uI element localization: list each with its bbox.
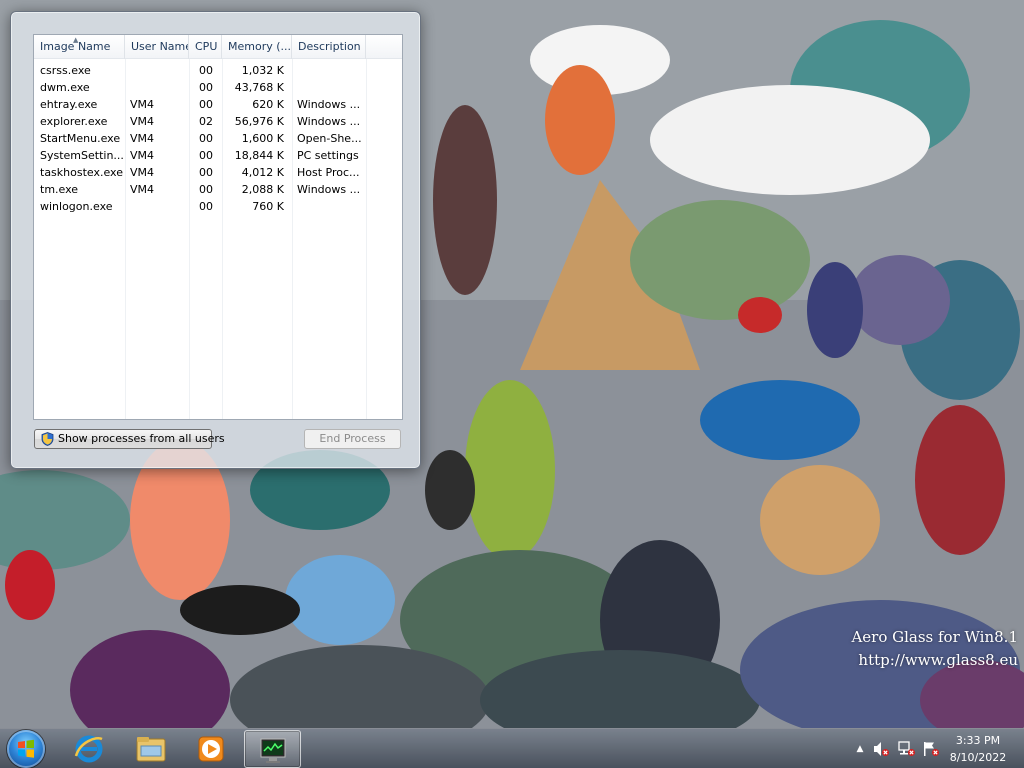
process-row[interactable]: csrss.exe 00 1,032 K	[34, 62, 402, 79]
column-user-name[interactable]: User Name	[125, 35, 189, 59]
process-user	[130, 79, 188, 96]
process-row[interactable]: StartMenu.exe VM4 00 1,600 K Open-She...	[34, 130, 402, 147]
process-cpu: 00	[199, 132, 213, 145]
process-name: explorer.exe	[40, 115, 108, 128]
process-user	[130, 62, 188, 79]
taskbar-media-player[interactable]	[183, 730, 240, 768]
clock-time: 3:33 PM	[955, 734, 1001, 747]
aero-glass-watermark-url: http://www.glass8.eu	[858, 651, 1018, 669]
column-image-name[interactable]: Image Name	[34, 35, 125, 59]
action-center-flag-icon[interactable]	[922, 740, 940, 758]
process-user: VM4	[130, 166, 155, 179]
process-name: StartMenu.exe	[40, 132, 121, 145]
process-name: winlogon.exe	[40, 200, 113, 213]
process-memory: 1,032 K	[241, 64, 284, 77]
process-memory: 43,768 K	[234, 81, 284, 94]
volume-muted-icon[interactable]	[872, 740, 890, 758]
windows-logo-icon	[18, 739, 34, 758]
process-cpu: 00	[199, 98, 213, 111]
network-disconnected-icon[interactable]	[898, 740, 916, 758]
aero-glass-watermark-title: Aero Glass for Win8.1	[851, 628, 1018, 646]
process-name: ehtray.exe	[40, 98, 98, 111]
task-manager-window: Image Name ▲ User Name CPU Memory (... D…	[10, 11, 421, 469]
process-memory: 2,088 K	[241, 183, 284, 196]
show-hidden-icons-arrow[interactable]: ▲	[851, 740, 869, 758]
process-description	[297, 198, 363, 215]
process-row[interactable]: SystemSettin... VM4 00 18,844 K PC setti…	[34, 147, 402, 164]
task-manager-icon	[258, 735, 288, 768]
taskbar-task-manager[interactable]	[244, 730, 301, 768]
process-user	[130, 198, 188, 215]
taskbar-file-explorer[interactable]	[122, 730, 179, 768]
process-description: Windows ...	[297, 183, 361, 196]
column-cpu[interactable]: CPU	[189, 35, 222, 59]
process-name: SystemSettin...	[40, 149, 124, 162]
process-memory: 1,600 K	[241, 132, 284, 145]
process-description	[297, 62, 363, 79]
process-user: VM4	[130, 183, 155, 196]
process-cpu: 02	[199, 115, 213, 128]
process-name: tm.exe	[40, 183, 79, 196]
process-user: VM4	[130, 132, 155, 145]
start-button[interactable]	[7, 730, 45, 768]
sort-ascending-icon: ▲	[73, 36, 79, 44]
end-process-button[interactable]: End Process	[304, 429, 401, 449]
process-name: dwm.exe	[40, 81, 90, 94]
process-description	[297, 79, 363, 96]
process-name: csrss.exe	[40, 64, 91, 77]
process-cpu: 00	[199, 200, 213, 213]
media-player-icon	[196, 734, 226, 767]
process-memory: 56,976 K	[234, 115, 284, 128]
show-all-processes-button[interactable]: Show processes from all users	[34, 429, 225, 452]
process-name: taskhostex.exe	[40, 166, 123, 179]
process-list-header: Image Name ▲ User Name CPU Memory (... D…	[34, 35, 402, 59]
uac-shield-icon	[41, 432, 54, 452]
process-list[interactable]: Image Name ▲ User Name CPU Memory (... D…	[33, 34, 403, 420]
file-explorer-icon	[135, 734, 167, 767]
process-memory: 4,012 K	[241, 166, 284, 179]
process-cpu: 00	[199, 81, 213, 94]
process-cpu: 00	[199, 149, 213, 162]
process-description: Windows ...	[297, 98, 361, 111]
process-memory: 620 K	[252, 98, 284, 111]
process-user: VM4	[130, 98, 155, 111]
process-description: Host Proc...	[297, 166, 360, 179]
clock-date: 8/10/2022	[949, 751, 1007, 764]
process-user: VM4	[130, 115, 155, 128]
process-row[interactable]: ehtray.exe VM4 00 620 K Windows ...	[34, 96, 402, 113]
system-clock[interactable]: 3:33 PM 8/10/2022	[946, 732, 1010, 766]
process-user: VM4	[130, 149, 155, 162]
process-description: Open-She...	[297, 132, 362, 145]
show-all-processes-label: Show processes from all users	[58, 432, 225, 445]
process-row[interactable]: explorer.exe VM4 02 56,976 K Windows ...	[34, 113, 402, 130]
process-cpu: 00	[199, 64, 213, 77]
column-memory[interactable]: Memory (...	[222, 35, 292, 59]
process-row[interactable]: winlogon.exe 00 760 K	[34, 198, 402, 215]
process-row[interactable]: dwm.exe 00 43,768 K	[34, 79, 402, 96]
process-description: PC settings	[297, 149, 359, 162]
process-description: Windows ...	[297, 115, 361, 128]
internet-explorer-icon	[74, 734, 104, 767]
process-row[interactable]: taskhostex.exe VM4 00 4,012 K Host Proc.…	[34, 164, 402, 181]
process-memory: 760 K	[252, 200, 284, 213]
taskbar: ▲ 3:33 PM 8/10/2022	[0, 728, 1024, 768]
process-row[interactable]: tm.exe VM4 00 2,088 K Windows ...	[34, 181, 402, 198]
process-cpu: 00	[199, 166, 213, 179]
process-memory: 18,844 K	[234, 149, 284, 162]
taskbar-internet-explorer[interactable]	[61, 730, 118, 768]
process-cpu: 00	[199, 183, 213, 196]
column-description[interactable]: Description	[292, 35, 366, 59]
